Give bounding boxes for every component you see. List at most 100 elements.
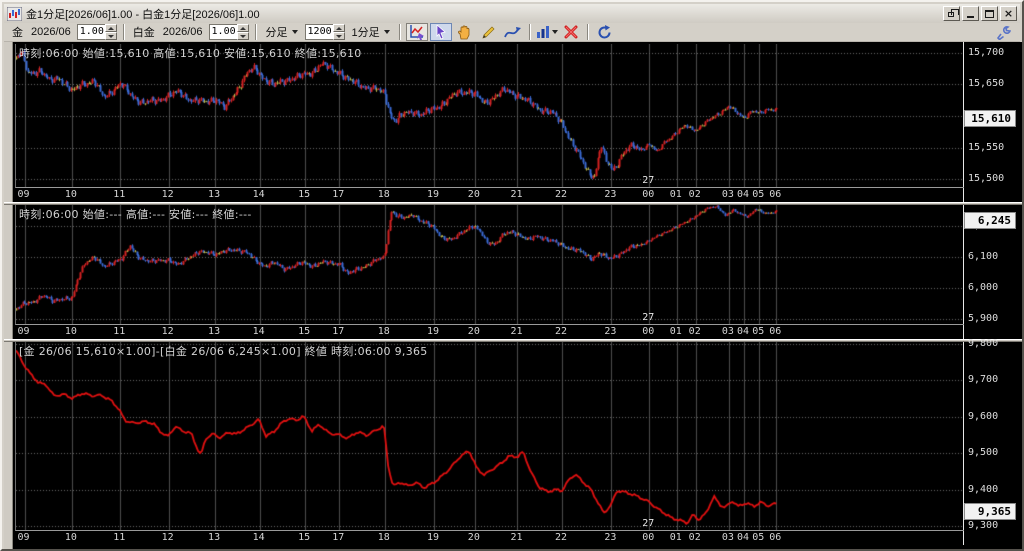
plot-platinum-1min[interactable] (15, 205, 964, 325)
axis-label: 6,100 (968, 250, 999, 262)
spinner-down-icon[interactable] (236, 32, 249, 40)
plot-gold-1min[interactable] (15, 44, 964, 188)
platinum-ratio-value[interactable]: 1.00 (208, 24, 237, 40)
x-axis-label: 15 (298, 189, 311, 200)
x-axis-label: 11 (113, 326, 126, 337)
spinner-up-icon[interactable] (236, 24, 249, 32)
x-axis-label: 02 (688, 326, 701, 337)
platinum-month-label: 2026/06 (162, 26, 203, 38)
title-bar[interactable]: 金1分足[2026/06]1.00 - 白金1分足[2026/06]1.00 × (4, 4, 1020, 23)
toolbar: 金 2026/06 1.00 白金 2026/06 1.00 分足 1200 1… (4, 23, 1020, 42)
x-axis-label: 15 (298, 326, 311, 337)
x-axis-label: 06 (769, 189, 782, 200)
x-axis-label: 13 (208, 326, 221, 337)
x-axis-label: 23 (604, 532, 617, 543)
axis-label: 9,300 (968, 520, 999, 532)
hand-icon (458, 24, 470, 39)
spinner-up-icon[interactable] (104, 24, 117, 32)
current-price-tag-platinum-1min: 6,245 (964, 211, 1016, 229)
info-line-gold-1min: 時刻:06:00 始値:15,610 高値:15,610 安値:15,610 終… (19, 47, 362, 60)
x-axis-label: 10 (64, 189, 77, 200)
draw-curve-tool-button[interactable] (502, 23, 524, 41)
date-label: 27 (642, 312, 655, 323)
x-axis-label: 11 (113, 532, 126, 543)
minimize-icon (967, 16, 974, 18)
interval-label: 1分足 (351, 27, 380, 39)
x-axis-label: 03 (721, 189, 734, 200)
axis-label: 15,500 (968, 173, 1005, 185)
bar-type-label: 分足 (265, 27, 288, 39)
spinner-down-icon[interactable] (332, 32, 345, 40)
interval-dropdown[interactable]: 1分足 (348, 23, 394, 41)
x-axis-label: 20 (467, 189, 480, 200)
info-line-platinum-1min: 時刻:06:00 始値:--- 高値:--- 安値:--- 終値:--- (19, 208, 252, 221)
close-button[interactable]: × (1000, 6, 1017, 21)
axis-label: 9,600 (968, 410, 999, 422)
bar-count-spinner[interactable]: 1200 (304, 24, 345, 40)
separator (586, 24, 589, 40)
x-axis-label: 01 (669, 532, 682, 543)
x-axis-label: 19 (427, 532, 440, 543)
minimize-button[interactable] (962, 6, 979, 21)
axis-label: 9,400 (968, 483, 999, 495)
bar-type-dropdown[interactable]: 分足 (262, 23, 302, 41)
price-inspect-icon (409, 25, 424, 40)
pan-tool-button[interactable] (454, 23, 476, 41)
platinum-label: 白金 (132, 27, 155, 39)
x-axis-label: 05 (752, 326, 765, 337)
axis-label: 9,800 (968, 337, 999, 349)
x-axis-label: 04 (737, 189, 750, 200)
app-window: 金1分足[2026/06]1.00 - 白金1分足[2026/06]1.00 ×… (0, 0, 1024, 551)
chart-type-tool-button[interactable] (536, 23, 558, 41)
gold-month-label: 2026/06 (31, 26, 71, 38)
axis-label: 5,900 (968, 313, 999, 325)
platinum-ratio-spinner[interactable]: 1.00 (208, 24, 249, 40)
gold-ratio-value[interactable]: 1.00 (76, 24, 105, 40)
draw-line-tool-button[interactable] (478, 23, 500, 41)
gold-ratio-spinner[interactable]: 1.00 (76, 24, 117, 40)
delete-x-icon (564, 25, 578, 39)
plot-gold-platinum-spread[interactable] (15, 342, 964, 531)
axis-label: 15,550 (968, 141, 1005, 153)
axis-label: 9,500 (968, 447, 999, 459)
delete-drawing-tool-button[interactable] (560, 23, 582, 41)
cascade-button[interactable] (943, 6, 960, 21)
x-axis-label: 10 (64, 532, 77, 543)
x-axis-label: 12 (161, 326, 174, 337)
close-icon: × (1003, 7, 1014, 20)
x-axis-label: 14 (252, 532, 265, 543)
current-price-tag-gold-platinum-spread: 9,365 (964, 502, 1016, 520)
maximize-icon (985, 9, 994, 18)
maximize-button[interactable] (981, 6, 998, 21)
x-axis-label: 18 (377, 189, 390, 200)
pencil-icon (482, 26, 495, 39)
date-label: 27 (642, 518, 655, 529)
curve-icon (504, 26, 522, 37)
date-label: 27 (642, 175, 655, 186)
x-axis-label: 14 (252, 189, 265, 200)
x-axis-label: 09 (17, 532, 30, 543)
x-axis-label: 06 (769, 326, 782, 337)
price-inspect-tool-button[interactable] (405, 23, 428, 41)
separator (254, 24, 257, 40)
info-line-gold-platinum-spread: [金 26/06 15,610×1.00]-[白金 26/06 6,245×1.… (19, 345, 428, 358)
x-axis-label: 09 (17, 326, 30, 337)
axis-label: 9,700 (968, 374, 999, 386)
settings-wrench-button[interactable] (994, 24, 1014, 41)
spinner-down-icon[interactable] (104, 32, 117, 40)
x-axis-label: 03 (721, 326, 734, 337)
bar-count-value[interactable]: 1200 (304, 24, 333, 40)
gold-label: 金 (12, 27, 23, 39)
spinner-up-icon[interactable] (332, 24, 345, 32)
x-axis-label: 12 (161, 532, 174, 543)
chevron-down-icon (383, 30, 390, 34)
x-axis-label: 17 (332, 532, 345, 543)
x-axis-label: 19 (427, 189, 440, 200)
x-axis-label: 02 (688, 532, 701, 543)
x-axis-label: 20 (467, 532, 480, 543)
x-axis-label: 12 (161, 189, 174, 200)
refresh-icon (598, 24, 611, 38)
select-tool-button[interactable] (429, 23, 452, 41)
refresh-tool-button[interactable] (594, 23, 616, 41)
x-axis-label: 00 (642, 326, 655, 337)
